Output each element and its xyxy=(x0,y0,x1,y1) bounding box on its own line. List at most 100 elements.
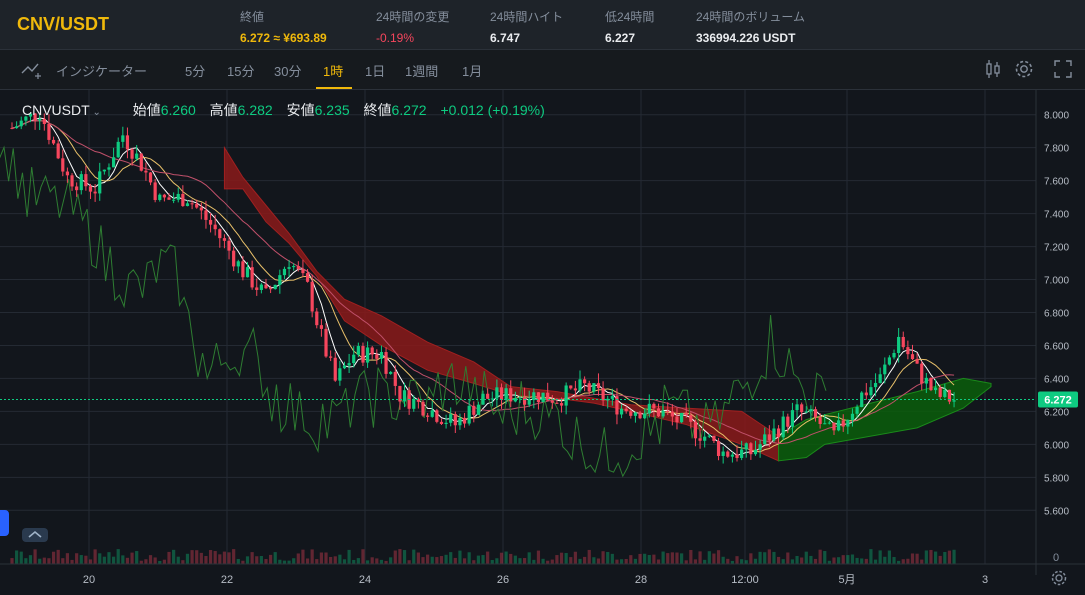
volume-bar xyxy=(259,555,263,564)
candle-body xyxy=(495,387,499,399)
stat-label: 終値 xyxy=(240,10,265,24)
candle-body xyxy=(910,354,915,360)
interval-1d[interactable]: 1日 xyxy=(365,61,385,80)
volume-bar xyxy=(869,549,873,564)
legend-symbol[interactable]: CNVUSDT xyxy=(22,102,90,118)
volume-bar xyxy=(324,552,328,564)
candle-body xyxy=(241,261,245,278)
volume-bar xyxy=(481,555,485,564)
volume-bar xyxy=(818,549,822,564)
time-tick-label: 26 xyxy=(497,574,509,586)
candle-body xyxy=(426,415,430,417)
gear-icon[interactable] xyxy=(1013,58,1035,80)
volume-bar xyxy=(776,556,781,564)
candle-body xyxy=(892,352,896,358)
volume-bar xyxy=(532,559,536,564)
interval-15m[interactable]: 15分 xyxy=(227,61,254,80)
candle-body xyxy=(347,363,351,366)
candle-body xyxy=(301,269,305,274)
volume-bar xyxy=(661,551,665,564)
candle-body xyxy=(647,403,651,414)
fullscreen-icon[interactable] xyxy=(1052,58,1074,80)
stat-last-price: 終値 6.272 ≈ ¥693.89 xyxy=(240,8,327,45)
candle-body xyxy=(421,401,425,416)
candle-body xyxy=(887,357,892,365)
volume-bar xyxy=(610,553,614,564)
candle-body xyxy=(158,194,162,200)
volume-bar xyxy=(38,558,42,564)
candle-body xyxy=(148,172,153,183)
volume-bar xyxy=(121,555,125,564)
volume-bar xyxy=(222,551,227,564)
candle-body xyxy=(319,325,324,329)
volume-bar xyxy=(924,550,928,564)
candle-body xyxy=(458,417,462,426)
interval-1h[interactable]: 1時 xyxy=(323,61,343,80)
stat-value: 6.227 xyxy=(605,31,636,45)
indicators-button[interactable]: インジケーター xyxy=(56,61,147,80)
interval-5m[interactable]: 5分 xyxy=(185,61,205,80)
interval-1mo[interactable]: 1月 xyxy=(462,61,482,80)
candle-body xyxy=(846,419,850,427)
volume-bar xyxy=(398,549,402,564)
stat-24h-volume: 24時間のボリューム 336994.226 USDT xyxy=(696,8,805,45)
volume-bar xyxy=(282,560,287,564)
candle-body xyxy=(920,363,924,384)
candle-body xyxy=(610,396,614,399)
candle-body xyxy=(938,387,942,397)
volume-bar xyxy=(236,558,240,564)
candle-body xyxy=(51,139,56,144)
candle-body xyxy=(250,267,254,288)
candle-body xyxy=(758,444,762,450)
candle-body xyxy=(245,267,250,278)
volume-bar xyxy=(522,558,527,564)
volume-bar xyxy=(227,552,231,564)
candle-type-icon[interactable] xyxy=(982,58,1004,80)
candle-body xyxy=(749,443,753,455)
candle-body xyxy=(111,157,116,168)
price-tick-label: 6.800 xyxy=(1044,309,1069,320)
candle-body xyxy=(666,410,670,412)
side-panel-toggle[interactable] xyxy=(0,510,9,536)
volume-bar xyxy=(643,553,647,564)
volume-bar xyxy=(153,557,157,564)
candle-body xyxy=(873,382,878,388)
volume-bar xyxy=(148,555,153,564)
pair-title[interactable]: CNV/USDT xyxy=(17,14,109,35)
volume-bar xyxy=(693,559,698,564)
volume-bar xyxy=(883,556,887,564)
candle-body xyxy=(924,377,928,384)
candle-body xyxy=(61,158,65,172)
volume-bar xyxy=(315,559,319,564)
candle-body xyxy=(365,347,370,363)
volume-bar xyxy=(633,558,638,564)
volume-bar xyxy=(629,555,633,564)
candle-body xyxy=(75,186,79,191)
interval-30m[interactable]: 30分 xyxy=(274,61,301,80)
volume-bar xyxy=(172,549,176,564)
volume-bar xyxy=(906,558,910,564)
volume-bar xyxy=(536,550,541,564)
volume-bar xyxy=(439,556,444,564)
volume-bar xyxy=(578,558,582,564)
drawing-tools-icon[interactable] xyxy=(20,59,42,81)
candle-body xyxy=(619,408,624,415)
candle-body xyxy=(121,135,125,142)
candle-body xyxy=(536,392,541,403)
volume-bar xyxy=(606,551,610,564)
candle-body xyxy=(869,387,873,396)
price-tick-label: 7.200 xyxy=(1044,243,1069,254)
candle-body xyxy=(88,186,93,192)
candle-body xyxy=(656,408,661,417)
volume-bar xyxy=(703,559,707,564)
legend-dropdown-icon[interactable]: ⌄ xyxy=(90,107,100,118)
volume-bar xyxy=(167,551,171,564)
candle-body xyxy=(185,203,190,207)
time-tick-label: 5月 xyxy=(838,574,855,586)
candle-body xyxy=(162,194,166,198)
volume-bar xyxy=(555,555,559,564)
interval-1w[interactable]: 1週間 xyxy=(405,61,438,80)
volume-bar xyxy=(458,550,462,564)
volume-bar xyxy=(929,549,933,564)
price-chart[interactable]: 8.000 7.800 7.600 7.400 7.200 7.000 6.800 6.600… xyxy=(0,90,1085,595)
